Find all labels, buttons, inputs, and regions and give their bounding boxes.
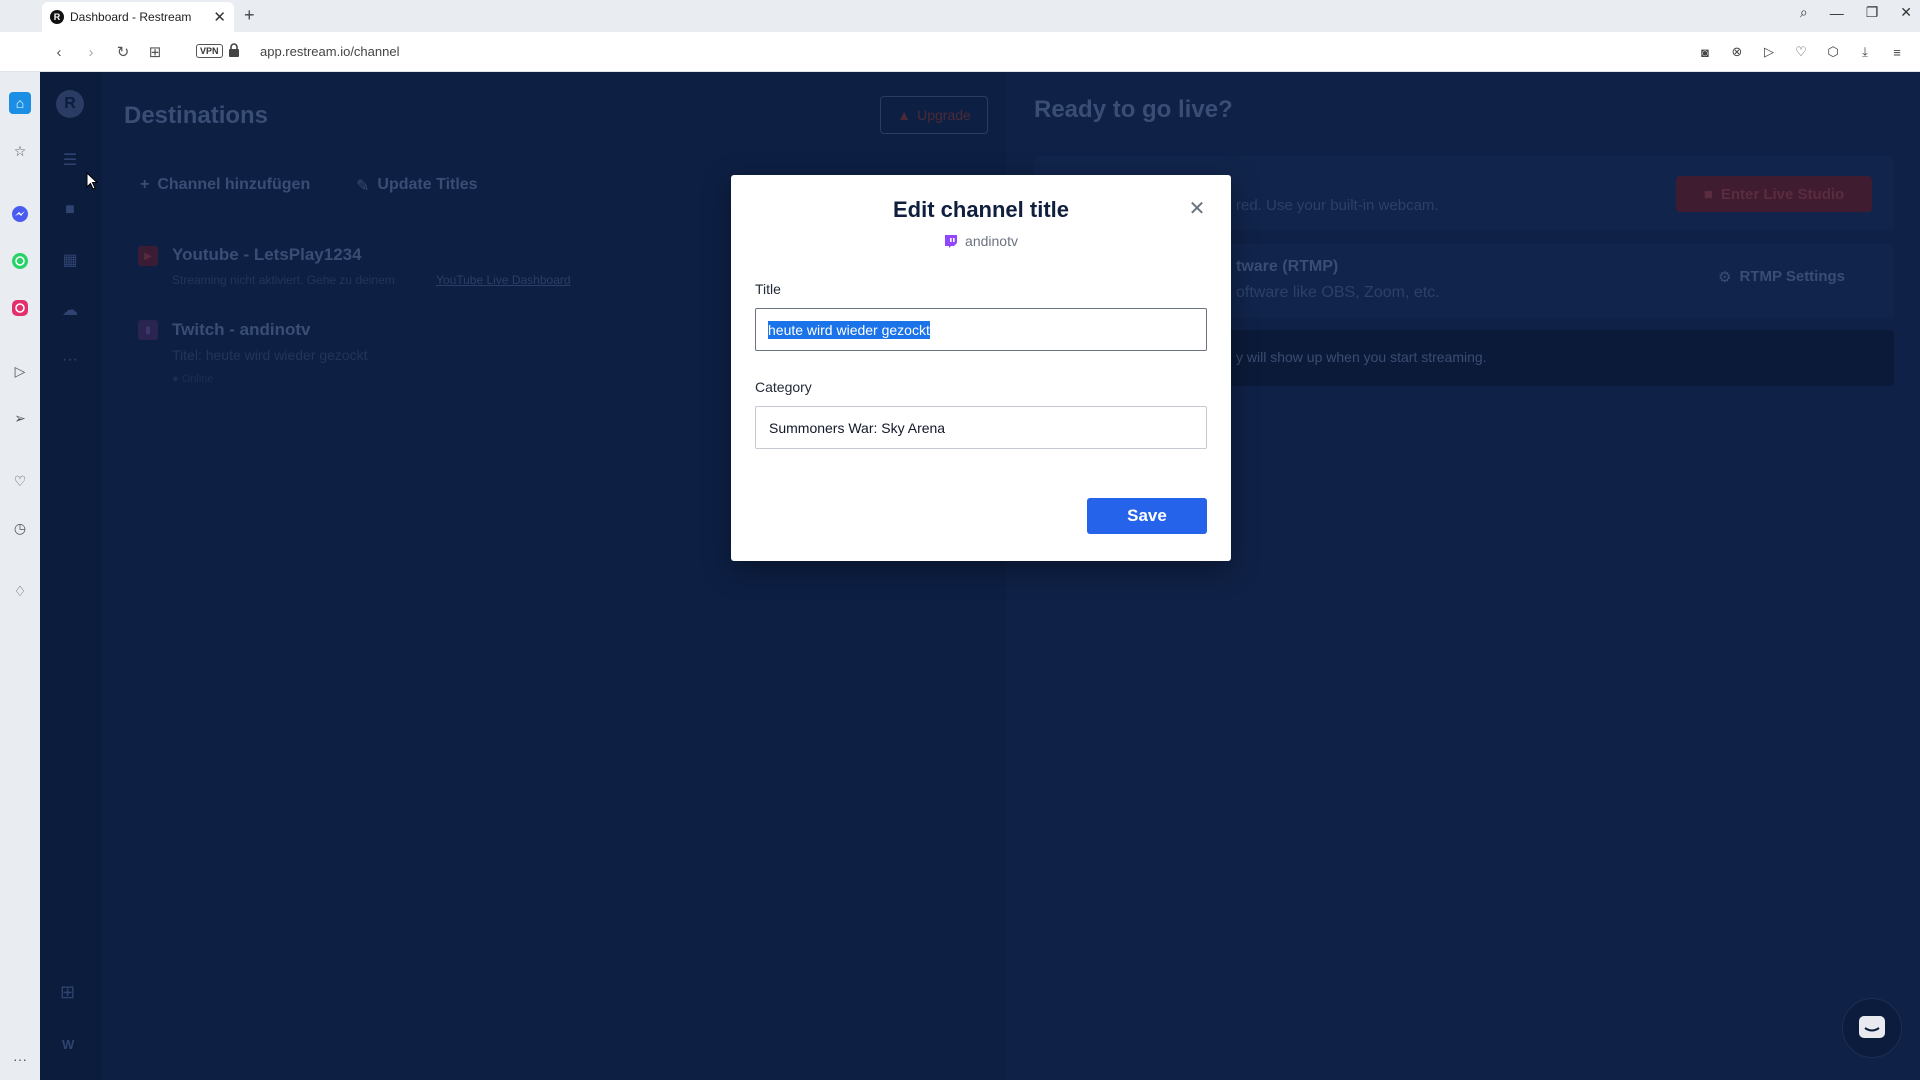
address-bar: ‹ › ↻ ⊞ VPN app.restream.io/channel ◙ ⊗ … [0,32,1920,72]
twitch-icon [944,234,958,249]
reload-icon[interactable]: ↻ [114,43,132,61]
upgrade-button[interactable]: ▲ Upgrade [880,96,988,134]
back-icon[interactable]: ‹ [50,43,68,61]
category-label: Category [755,379,812,395]
chat-icon [1859,1016,1885,1038]
destinations-nav-icon[interactable]: ☰ [58,148,82,172]
gear-icon: ⚙ [1718,269,1732,286]
close-window-icon[interactable]: ✕ [1900,4,1912,21]
twitch-channel-title: Titel: heute wird wieder gezockt [172,347,368,363]
youtube-channel-name[interactable]: Youtube - LetsPlay1234 [172,245,362,265]
menu-icon[interactable]: ≡ [1888,43,1906,61]
instagram-icon[interactable] [9,297,31,319]
video-nav-icon[interactable]: ■ [58,198,82,222]
ready-title: Ready to go live? [1034,96,1233,123]
video-camera-icon: ■ [1703,185,1713,203]
gift-icon[interactable]: ⊞ [60,982,75,1003]
new-tab-button[interactable]: + [244,5,255,26]
history-icon[interactable]: ◷ [9,517,31,539]
update-titles-button[interactable]: ✎ Update Titles [356,176,478,196]
toolbar-icons: ◙ ⊗ ▷ ♡ ⬡ ⤓ ≡ [1696,43,1906,61]
rtmp-settings-button[interactable]: ⚙ RTMP Settings [1718,268,1845,286]
add-channel-label: Channel hinzufügen [157,176,311,193]
title-input[interactable]: heute wird wieder gezockt [755,308,1207,351]
add-channel-button[interactable]: + Channel hinzufügen [140,176,310,194]
twitch-icon: ▮ [138,320,158,340]
more-icon[interactable]: ··· [9,1048,31,1070]
extensions-icon[interactable]: ⬡ [1824,43,1842,61]
window-controls: ⌕ — ❐ ✕ [1800,4,1912,21]
rtmp-description: oftware like OBS, Zoom, etc. [1236,284,1440,301]
category-input[interactable]: Summoners War: Sky Arena [755,406,1207,449]
camera-icon[interactable]: ◙ [1696,43,1714,61]
tab-bar [0,0,1920,32]
url-field[interactable]: app.restream.io/channel [260,44,399,59]
restream-logo[interactable]: R [56,90,84,118]
youtube-icon: ▶ [138,246,158,266]
enter-live-studio-label: Enter Live Studio [1720,185,1845,203]
edit-channel-title-modal: Edit channel title ✕ andinotv Title heut… [731,175,1231,561]
modal-channel-name: andinotv [965,233,1018,249]
messenger-icon[interactable] [9,203,31,225]
tab-close-icon[interactable]: ✕ [213,8,226,26]
twitch-channel-name[interactable]: Twitch - andinotv [172,320,311,340]
search-icon[interactable]: ⌕ [1800,4,1808,21]
minimize-icon[interactable]: — [1830,5,1844,21]
whatsapp-icon[interactable] [9,250,31,272]
adblock-icon[interactable]: ⊗ [1728,43,1746,61]
tabs-grid-icon[interactable]: ⊞ [146,43,164,61]
download-icon[interactable]: ⤓ [1856,43,1874,61]
opera-sidebar: ⌂ ☆ ▷ ➢ ♡ ◷ ♢ ··· [0,0,40,1080]
calendar-nav-icon[interactable]: ▦ [58,248,82,272]
send-icon[interactable]: ➢ [9,407,31,429]
twitch-status-label: Online [181,373,214,385]
bookmark-heart-icon[interactable]: ♡ [1792,43,1810,61]
more-nav-icon[interactable]: ··· [58,348,82,372]
workspace-letter[interactable]: W [62,1037,74,1052]
update-titles-label: Update Titles [377,176,478,193]
cloud-nav-icon[interactable]: ☁ [58,298,82,322]
enter-live-studio-button[interactable]: ■ Enter Live Studio [1676,176,1872,212]
speed-dial-icon[interactable]: ☆ [9,140,31,162]
modal-title: Edit channel title [892,197,1070,222]
lock-icon[interactable] [228,43,240,57]
home-icon[interactable]: ⌂ [9,92,31,114]
flow-icon[interactable]: ▷ [1760,43,1778,61]
plus-icon: + [140,176,150,193]
title-label: Title [755,281,781,297]
destinations-title: Destinations [124,102,269,129]
pencil-icon: ✎ [356,178,370,195]
player-icon[interactable]: ▷ [9,360,31,382]
modal-channel: andinotv [731,233,1231,249]
tab-title: Dashboard - Restream [70,10,192,24]
lightbulb-icon[interactable]: ♢ [9,580,31,602]
twitch-status: ● Online [172,373,214,385]
browser-tab[interactable]: R Dashboard - Restream ✕ [42,2,234,32]
youtube-channel-status: Streaming nicht aktiviert. Gehe zu deine… [172,273,395,287]
save-button[interactable]: Save [1087,498,1207,534]
rocket-icon: ▲ [897,107,912,123]
restream-favicon-icon: R [50,10,64,24]
heart-icon[interactable]: ♡ [9,470,31,492]
mouse-cursor-icon [86,172,98,190]
chat-button[interactable] [1842,998,1902,1058]
streaming-note: y will show up when you start streaming. [1236,349,1487,365]
rtmp-title: tware (RTMP) [1236,258,1339,275]
app-sidebar [40,72,102,1080]
title-input-value: heute wird wieder gezockt [768,320,930,339]
restore-icon[interactable]: ❐ [1866,4,1879,21]
forward-icon[interactable]: › [82,43,100,61]
rtmp-settings-label: RTMP Settings [1739,268,1846,285]
upgrade-label: Upgrade [917,107,971,123]
vpn-badge[interactable]: VPN [196,44,223,58]
close-icon[interactable]: ✕ [1187,199,1207,219]
youtube-dashboard-link[interactable]: YouTube Live Dashboard [436,273,571,287]
live-studio-description: red. Use your built-in webcam. [1236,197,1439,214]
